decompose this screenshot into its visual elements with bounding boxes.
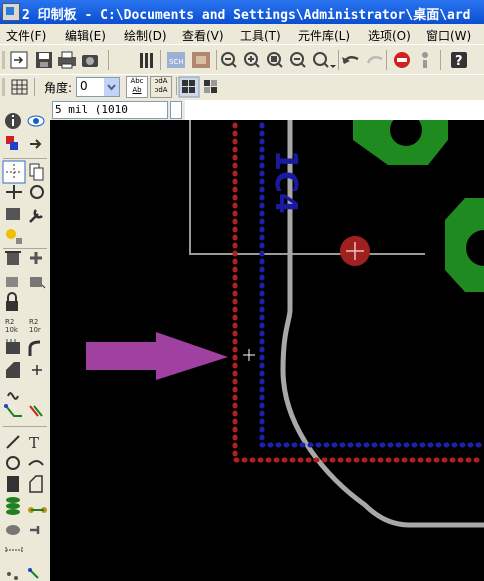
main-toolbar: SCH ? — [0, 44, 484, 76]
angle-label: 角度: — [44, 81, 73, 95]
eye-icon[interactable] — [27, 115, 45, 127]
status-field-small — [170, 101, 182, 119]
connect-icon[interactable] — [30, 252, 42, 264]
crosshair-cursor-icon — [243, 349, 255, 361]
arc-corner-icon[interactable] — [28, 340, 41, 356]
zoom-fit-icon[interactable] — [267, 52, 283, 68]
menu-draw[interactable]: 绘制(D) — [124, 27, 167, 44]
pad-top — [353, 120, 448, 165]
copy-icon[interactable] — [29, 163, 44, 181]
info-icon[interactable] — [5, 113, 21, 129]
select-icon[interactable] — [2, 160, 26, 184]
text-style-bottom: Ab — [132, 86, 142, 94]
undo-icon[interactable] — [342, 55, 359, 64]
coordinate-field: 5 mil (1010 -645) — [52, 101, 168, 132]
autoroute-icon[interactable] — [7, 572, 18, 580]
chevron-down-icon[interactable] — [104, 78, 119, 96]
footprint-icon[interactable] — [6, 339, 20, 354]
zoom-in-icon[interactable] — [244, 52, 260, 68]
window-title: 2 印制板 - C:\Documents and Settings\Admini… — [22, 8, 471, 23]
trace-icon[interactable] — [7, 392, 19, 400]
layout-toggle-1-icon[interactable] — [178, 76, 200, 98]
wizard-icon[interactable] — [422, 52, 428, 68]
left-toolbar: R2 10k R2 10r T — [0, 100, 51, 581]
svg-text:?: ? — [455, 54, 463, 69]
camera-icon[interactable] — [82, 55, 98, 67]
drill-table-icon[interactable] — [6, 497, 20, 515]
menu-tools[interactable]: 工具(T) — [240, 27, 281, 44]
add-corner-icon[interactable] — [32, 365, 42, 375]
menu-file[interactable]: 文件(F) — [6, 27, 46, 44]
rectangle-icon[interactable] — [6, 208, 20, 220]
redo-icon[interactable] — [366, 55, 383, 64]
format-toolbar: 角度: 0 Abc Ab Abc Abc — [0, 74, 484, 101]
fill-rect-icon[interactable] — [7, 476, 19, 492]
schematic-icon[interactable]: SCH — [167, 52, 185, 68]
measure-icon[interactable] — [5, 547, 23, 553]
move-icon[interactable] — [6, 185, 22, 199]
move-layer-icon[interactable] — [30, 139, 42, 149]
layer-color-icon[interactable] — [6, 136, 18, 150]
rotate-icon[interactable] — [30, 185, 44, 199]
angle-select[interactable]: 0 — [76, 77, 120, 97]
help-icon[interactable]: ? — [451, 52, 467, 69]
split-icon[interactable] — [6, 277, 18, 287]
origin-marker-icon — [340, 236, 370, 266]
zoom-previous-icon[interactable] — [290, 52, 306, 68]
dimension-icon[interactable] — [28, 507, 47, 513]
menu-bar: 文件(F) 编辑(E) 绘制(D) 查看(V) 工具(T) 元件库(L) 选项(… — [0, 24, 484, 44]
angle-value: 0 — [80, 79, 88, 93]
layout-toggle-2-icon[interactable] — [204, 80, 217, 93]
line-icon[interactable] — [6, 435, 20, 449]
menu-library[interactable]: 元件库(L) — [298, 27, 350, 44]
svg-text:10k: 10k — [5, 326, 19, 334]
menu-options[interactable]: 选项(O) — [368, 27, 411, 44]
layers-icon[interactable] — [140, 53, 153, 68]
attach-icon[interactable] — [30, 277, 46, 289]
via-icon[interactable] — [6, 525, 20, 535]
route-icon[interactable] — [4, 404, 22, 417]
text-style-top: Abc — [130, 77, 144, 85]
import-icon[interactable] — [10, 51, 28, 69]
text-icon[interactable]: T — [29, 434, 39, 452]
text-mirror-button[interactable]: Abc Abc — [150, 76, 172, 98]
component-icon[interactable] — [192, 52, 210, 68]
stop-icon[interactable] — [394, 52, 410, 68]
zoom-out-icon[interactable] — [221, 52, 237, 68]
menu-edit[interactable]: 编辑(E) — [65, 27, 106, 44]
r2-10k-icon[interactable]: R210k — [5, 318, 19, 334]
polygon-icon[interactable] — [29, 475, 43, 493]
svg-text:T: T — [29, 434, 39, 452]
app-icon — [2, 3, 20, 21]
svg-text:R2: R2 — [5, 318, 14, 326]
delete-icon[interactable] — [5, 251, 21, 265]
component-label: 1C4 — [268, 150, 303, 214]
circle-icon[interactable] — [6, 456, 20, 470]
svg-text:SCH: SCH — [169, 58, 184, 66]
pcb-canvas[interactable]: 1C4 — [50, 120, 484, 581]
route-multi-icon[interactable] — [29, 405, 43, 417]
grid-icon[interactable] — [11, 79, 28, 95]
status-input-strip[interactable] — [185, 100, 484, 120]
arc-icon[interactable] — [28, 460, 44, 466]
svg-text:10r: 10r — [29, 326, 41, 334]
menu-view[interactable]: 查看(V) — [182, 27, 224, 44]
annotation-arrow — [86, 332, 228, 380]
highlight-icon[interactable] — [6, 229, 22, 244]
wrench-icon[interactable] — [29, 209, 43, 223]
lock-icon[interactable] — [6, 292, 18, 311]
svg-text:R2: R2 — [29, 318, 38, 326]
title-bar: 2 印制板 - C:\Documents and Settings\Admini… — [0, 0, 484, 24]
text-style-button[interactable]: Abc Ab — [126, 76, 148, 98]
save-icon[interactable] — [36, 52, 52, 68]
autoroute-net-icon[interactable] — [28, 568, 39, 579]
print-icon[interactable] — [58, 51, 76, 69]
r2-10r-icon[interactable]: R210r — [29, 318, 41, 334]
zoom-area-icon[interactable] — [313, 52, 336, 68]
pad-right — [445, 198, 484, 292]
miter-icon[interactable] — [6, 362, 20, 378]
pin-icon[interactable] — [30, 526, 40, 534]
menu-window[interactable]: 窗口(W) — [426, 27, 471, 44]
